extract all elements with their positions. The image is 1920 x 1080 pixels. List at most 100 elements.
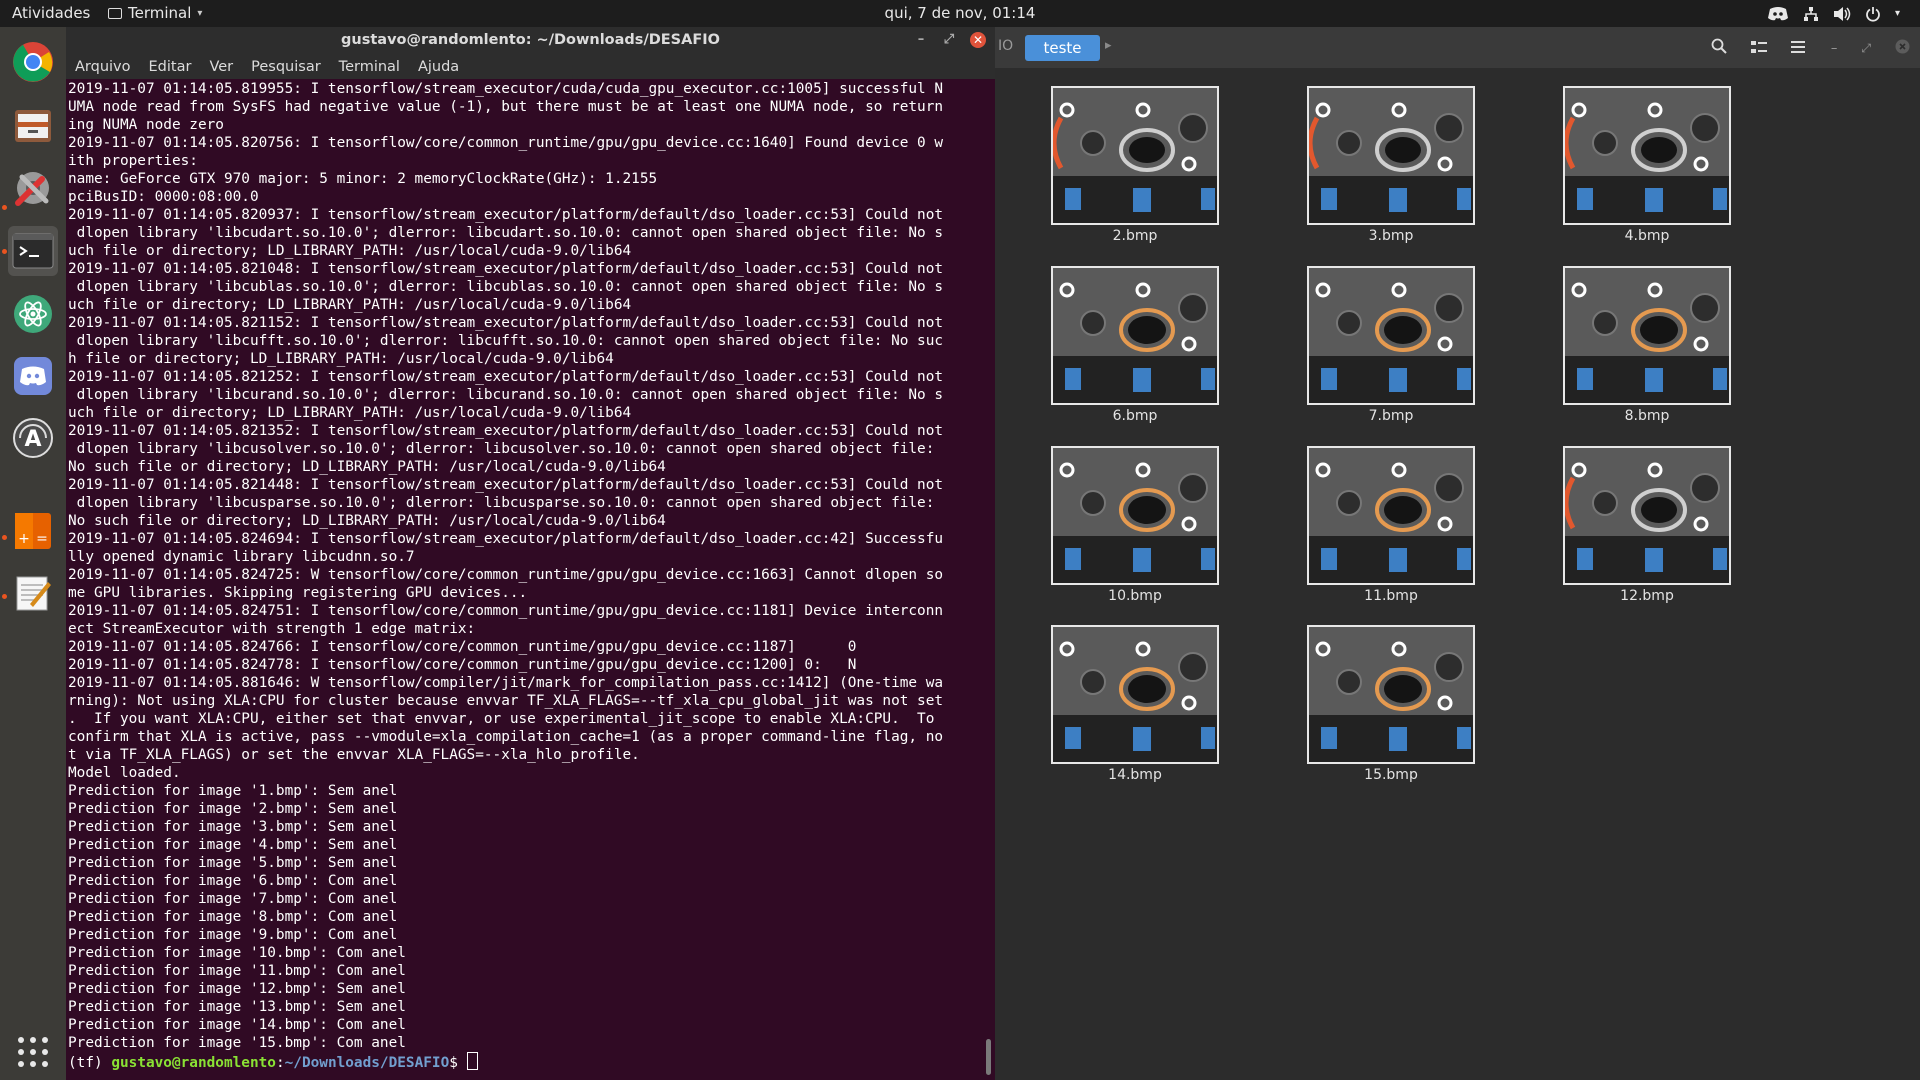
file-item[interactable]: 15.bmp: [1306, 625, 1476, 783]
software-updater-icon[interactable]: A: [8, 413, 58, 463]
terminal-line: dlopen library 'libcudart.so.10.0'; dler…: [68, 225, 944, 241]
view-toggle-icon[interactable]: [1750, 39, 1767, 58]
chrome-icon[interactable]: [8, 37, 58, 87]
close-button[interactable]: [1895, 39, 1910, 58]
file-manager-window[interactable]: IO teste ▸ – ⤢ 2.bmp 3.bmp 4.bmp 6.bmp 7.bmp…: [995, 27, 1920, 1080]
svg-text:=: =: [36, 531, 48, 547]
file-item[interactable]: 2.bmp: [1050, 86, 1220, 244]
terminal-line: dlopen library 'libcusolver.so.10.0'; dl…: [68, 441, 935, 457]
terminal-line: 2019-11-07 01:14:05.821048: I tensorflow…: [68, 261, 944, 277]
close-button[interactable]: ✕: [970, 32, 986, 48]
terminal-line: Prediction for image '9.bmp': Com anel: [68, 927, 398, 943]
maximize-button[interactable]: ⤢: [1861, 41, 1871, 56]
terminal-line: 2019-11-07 01:14:05.824766: I tensorflow…: [68, 639, 857, 655]
file-item[interactable]: 12.bmp: [1562, 446, 1732, 604]
terminal-line: Prediction for image '2.bmp': Sem anel: [68, 801, 398, 817]
terminal-line: pciBusID: 0000:08:00.0: [68, 189, 259, 205]
terminal-line: Prediction for image '12.bmp': Sem anel: [68, 981, 406, 997]
settings-tools-icon[interactable]: [8, 163, 58, 213]
terminal-window[interactable]: gustavo@randomlento: ~/Downloads/DESAFIO…: [66, 27, 995, 1080]
file-item[interactable]: 7.bmp: [1306, 266, 1476, 424]
file-item[interactable]: 4.bmp: [1562, 86, 1732, 244]
file-name: 8.bmp: [1624, 408, 1670, 424]
menu-pesquisar[interactable]: Pesquisar: [251, 55, 321, 79]
system-tray[interactable]: ▾: [1767, 0, 1900, 27]
running-indicator: [2, 205, 7, 210]
terminal-line: 2019-11-07 01:14:05.881646: W tensorflow…: [68, 675, 944, 691]
activities-button[interactable]: Atividades: [12, 0, 90, 27]
prompt-env: (tf): [68, 1055, 112, 1071]
maximize-button[interactable]: ⤢: [939, 30, 959, 50]
terminal-line: lly opened dynamic library libcudnn.so.7: [68, 549, 415, 565]
file-item[interactable]: 14.bmp: [1050, 625, 1220, 783]
app-menu[interactable]: Terminal ▾: [108, 0, 202, 27]
terminal-line: Prediction for image '7.bmp': Com anel: [68, 891, 398, 907]
atom-icon[interactable]: [8, 289, 58, 339]
calculator-icon[interactable]: + =: [8, 506, 58, 556]
file-item[interactable]: 10.bmp: [1050, 446, 1220, 604]
terminal-line: dlopen library 'libcublas.so.10.0'; dler…: [68, 279, 944, 295]
terminal-line: ing NUMA node zero: [68, 117, 224, 133]
file-name: 10.bmp: [1108, 588, 1162, 604]
hamburger-menu-icon[interactable]: [1790, 39, 1807, 58]
discord-tray-icon[interactable]: [1767, 6, 1789, 22]
prompt-separator: :: [275, 1055, 285, 1071]
file-item[interactable]: 8.bmp: [1562, 266, 1732, 424]
file-thumbnail: [1051, 86, 1219, 225]
running-indicator: [2, 249, 7, 254]
file-item[interactable]: 3.bmp: [1306, 86, 1476, 244]
file-manager-header: IO teste ▸ – ⤢: [995, 27, 1920, 68]
file-item[interactable]: 11.bmp: [1306, 446, 1476, 604]
terminal-line: Prediction for image '5.bmp': Sem anel: [68, 855, 398, 871]
terminal-line: Prediction for image '14.bmp': Com anel: [68, 1017, 406, 1033]
file-name: 6.bmp: [1112, 408, 1158, 424]
file-thumbnail: [1307, 86, 1475, 225]
terminal-line: 2019-11-07 01:14:05.821352: I tensorflow…: [68, 423, 944, 439]
clock[interactable]: qui, 7 de nov, 01:14: [0, 0, 1920, 27]
breadcrumb-previous[interactable]: IO: [998, 38, 1013, 54]
prompt-path: ~/Downloads/DESAFIO: [284, 1055, 450, 1071]
terminal-line: ith properties:: [68, 153, 198, 169]
file-item[interactable]: 6.bmp: [1050, 266, 1220, 424]
discord-icon[interactable]: [8, 351, 58, 401]
files-icon[interactable]: [8, 100, 58, 150]
terminal-line: No such file or directory; LD_LIBRARY_PA…: [68, 459, 666, 475]
terminal-line: Prediction for image '8.bmp': Com anel: [68, 909, 398, 925]
terminal-icon[interactable]: [8, 226, 58, 276]
network-icon[interactable]: [1803, 6, 1819, 22]
text-cursor: [466, 1052, 478, 1070]
text-editor-icon[interactable]: [8, 568, 58, 618]
menu-terminal[interactable]: Terminal: [339, 55, 400, 79]
terminal-output[interactable]: 2019-11-07 01:14:05.819955: I tensorflow…: [68, 80, 980, 1080]
breadcrumb-current[interactable]: teste: [1025, 35, 1100, 61]
minimize-button[interactable]: –: [1831, 41, 1838, 56]
show-applications-icon[interactable]: [8, 1027, 58, 1077]
menu-arquivo[interactable]: Arquivo: [75, 55, 131, 79]
svg-text:A: A: [24, 427, 41, 452]
terminal-line: Prediction for image '4.bmp': Sem anel: [68, 837, 398, 853]
terminal-line: Prediction for image '6.bmp': Com anel: [68, 873, 398, 889]
minimize-button[interactable]: –: [911, 30, 931, 50]
chevron-down-icon[interactable]: ▾: [1895, 0, 1900, 27]
search-icon[interactable]: [1711, 38, 1727, 58]
terminal-scrollbar[interactable]: [986, 1039, 991, 1075]
prompt-line[interactable]: (tf) gustavo@randomlento:~/Downloads/DES…: [68, 1052, 980, 1071]
power-icon[interactable]: [1865, 6, 1881, 22]
terminal-line: 2019-11-07 01:14:05.821152: I tensorflow…: [68, 315, 944, 331]
terminal-line: confirm that XLA is active, pass --vmodu…: [68, 729, 944, 745]
terminal-line: Prediction for image '3.bmp': Sem anel: [68, 819, 398, 835]
menu-editar[interactable]: Editar: [149, 55, 192, 79]
file-thumbnail: [1051, 625, 1219, 764]
menu-ajuda[interactable]: Ajuda: [418, 55, 459, 79]
terminal-line: 2019-11-07 01:14:05.824778: I tensorflow…: [68, 657, 857, 673]
caret-down-icon: ▾: [197, 8, 203, 19]
terminal-titlebar[interactable]: gustavo@randomlento: ~/Downloads/DESAFIO…: [66, 27, 995, 55]
terminal-line: Prediction for image '11.bmp': Com anel: [68, 963, 406, 979]
volume-icon[interactable]: [1833, 6, 1851, 22]
file-thumbnail: [1307, 625, 1475, 764]
breadcrumb-next-icon[interactable]: ▸: [1105, 38, 1112, 53]
file-thumbnail: [1307, 266, 1475, 405]
terminal-line: h file or directory; LD_LIBRARY_PATH: /u…: [68, 351, 614, 367]
terminal-line: Prediction for image '15.bmp': Com anel: [68, 1035, 406, 1051]
menu-ver[interactable]: Ver: [209, 55, 233, 79]
